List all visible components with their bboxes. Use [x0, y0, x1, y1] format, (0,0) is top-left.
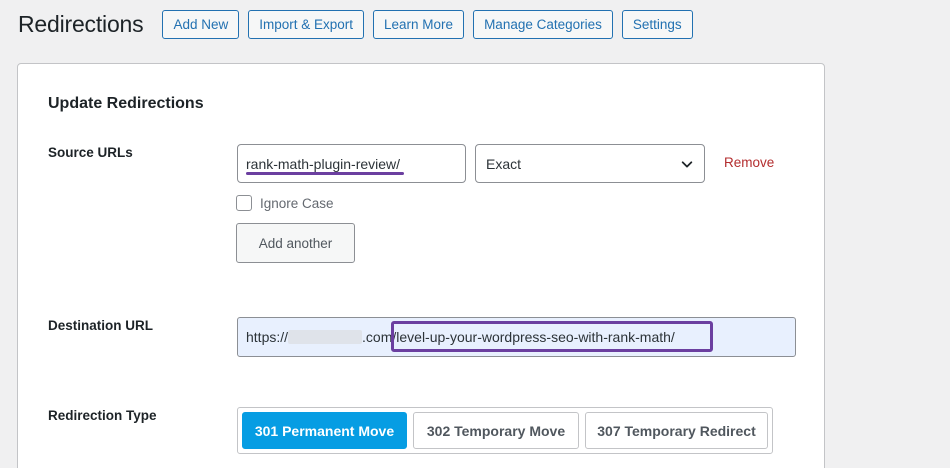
destination-url-label: Destination URL [48, 318, 154, 333]
match-type-value: Exact [486, 155, 522, 172]
type-302-button[interactable]: 302 Temporary Move [413, 412, 579, 449]
card-title: Update Redirections [48, 95, 204, 112]
manage-categories-button[interactable]: Manage Categories [473, 9, 613, 39]
ignore-case-label: Ignore Case [260, 195, 334, 211]
type-307-button[interactable]: 307 Temporary Redirect [585, 412, 768, 449]
destination-url-input[interactable]: https:// .com /level-up-your-wordpress-s… [237, 317, 796, 357]
ignore-case-checkbox[interactable] [236, 195, 252, 211]
ignore-case-option[interactable]: Ignore Case [236, 195, 334, 211]
destination-prefix: https:// [246, 329, 289, 345]
settings-button[interactable]: Settings [621, 9, 693, 39]
source-urls-label: Source URLs [48, 145, 133, 160]
match-type-select[interactable]: Exact [475, 144, 705, 183]
source-url-underline [246, 172, 404, 175]
redirection-type-group: 301 Permanent Move 302 Temporary Move 30… [237, 407, 773, 454]
destination-path: /level-up-your-wordpress-seo-with-rank-m… [392, 329, 675, 345]
page-title: Redirections [18, 10, 144, 37]
redirection-type-label: Redirection Type [48, 408, 157, 423]
chevron-down-icon [681, 160, 693, 167]
destination-domain-suffix: .com [362, 329, 393, 345]
import-export-button[interactable]: Import & Export [248, 9, 365, 39]
add-another-button[interactable]: Add another [236, 223, 355, 263]
source-url-value: rank-math-plugin-review/ [246, 155, 401, 172]
learn-more-button[interactable]: Learn More [373, 9, 465, 39]
redacted-domain [288, 330, 363, 344]
remove-source-link[interactable]: Remove [724, 155, 774, 170]
update-redirections-card: Update Redirections Source URLs rank-mat… [17, 63, 825, 468]
add-new-button[interactable]: Add New [162, 9, 240, 39]
page-header: Redirections Add New Import & Export Lea… [18, 9, 693, 39]
source-url-input[interactable]: rank-math-plugin-review/ [237, 144, 466, 183]
type-301-button[interactable]: 301 Permanent Move [242, 412, 407, 449]
